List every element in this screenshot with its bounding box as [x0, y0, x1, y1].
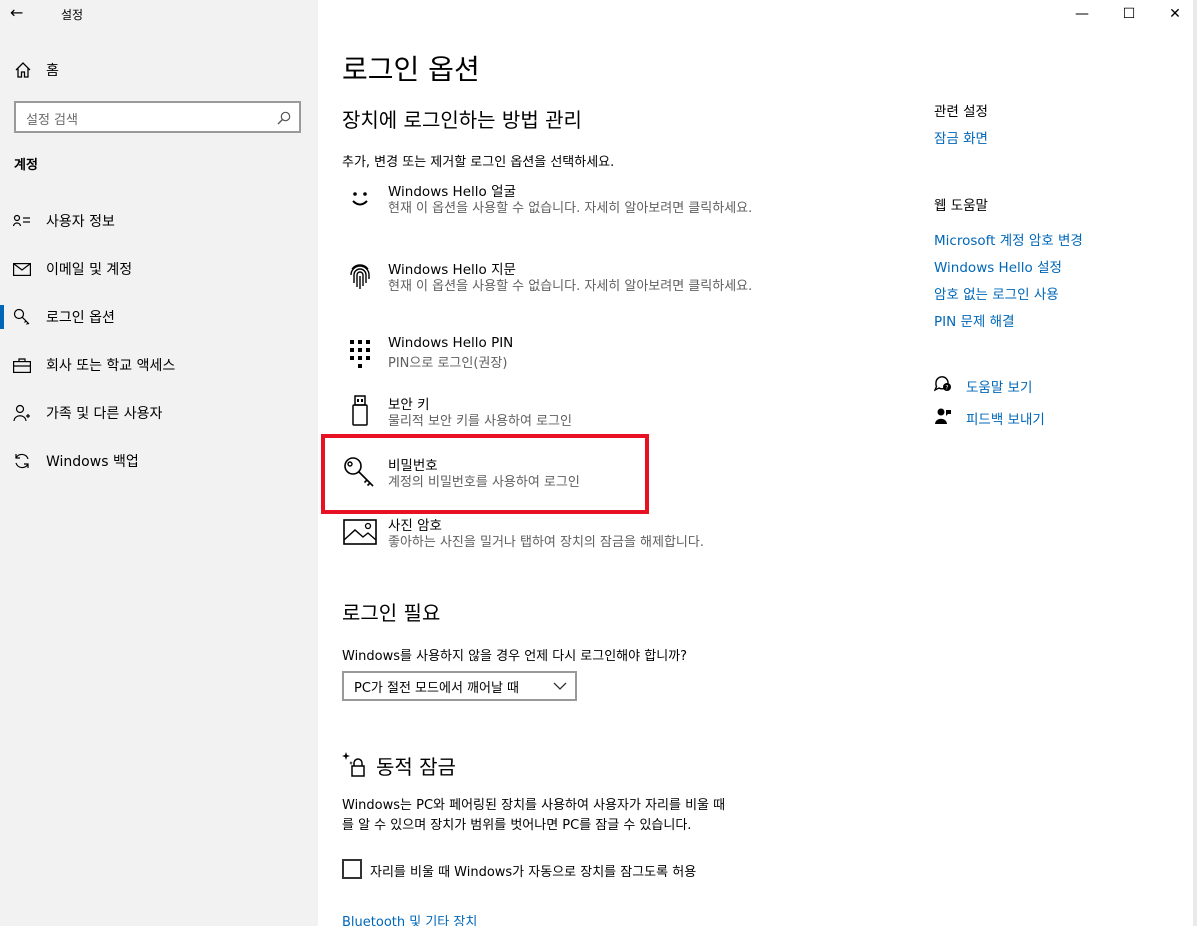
- lock-screen-link[interactable]: 잠금 화면: [934, 127, 988, 147]
- picture-icon: [342, 514, 378, 550]
- dynamic-lock-heading: 동적 잠금: [376, 755, 456, 779]
- get-help-label: 도움말 보기: [966, 380, 1033, 396]
- dynamic-lock-checkbox[interactable]: [342, 859, 362, 879]
- section-title: 계정: [14, 158, 38, 173]
- feedback-link[interactable]: 피드백 보내기: [934, 407, 1045, 429]
- close-button[interactable]: ✕: [1152, 0, 1197, 28]
- briefcase-icon: [0, 357, 46, 373]
- sidebar-item-sign-in-options[interactable]: 로그인 옵션: [0, 297, 318, 337]
- highlight-box: [321, 434, 649, 514]
- option-title: Windows Hello PIN: [388, 335, 514, 351]
- sidebar-item-label: Windows 백업: [46, 454, 139, 470]
- require-dropdown[interactable]: PC가 절전 모드에서 깨어날 때: [342, 671, 577, 701]
- sidebar-item-label: 이메일 및 계정: [46, 262, 133, 278]
- usb-key-icon: [342, 393, 378, 429]
- option-title: 사진 암호: [388, 518, 442, 534]
- app-title: 설정: [61, 8, 84, 22]
- sidebar-item-email[interactable]: 이메일 및 계정: [0, 249, 318, 289]
- help-link-change-ms-password[interactable]: Microsoft 계정 암호 변경: [934, 229, 1083, 249]
- help-chat-icon: ?: [933, 375, 966, 397]
- web-help-heading: 웹 도움말: [934, 198, 988, 214]
- scrollbar-track[interactable]: [1193, 0, 1197, 926]
- feedback-label: 피드백 보내기: [966, 412, 1045, 428]
- option-picture-password[interactable]: 사진 암호 좋아하는 사진을 밀거나 탭하여 장치의 잠금을 해제합니다.: [342, 514, 782, 554]
- option-description: 물리적 보안 키를 사용하여 로그인: [388, 414, 572, 429]
- bluetooth-link[interactable]: Bluetooth 및 기타 장치: [342, 911, 477, 926]
- help-link-hello-setup[interactable]: Windows Hello 설정: [934, 256, 1062, 276]
- dropdown-selected-value: PC가 절전 모드에서 깨어날 때: [354, 680, 520, 696]
- minimize-button[interactable]: —: [1059, 0, 1105, 28]
- dynamic-lock-checkbox-label[interactable]: 자리를 비울 때 Windows가 자동으로 장치를 잠그도록 허용: [370, 861, 696, 880]
- option-description: PIN으로 로그인(권장): [388, 356, 508, 371]
- option-security-key[interactable]: 보안 키 물리적 보안 키를 사용하여 로그인: [342, 393, 782, 433]
- require-question: Windows를 사용하지 않을 경우 언제 다시 로그인해야 합니까?: [342, 649, 688, 664]
- dynamic-lock-desc-line1: Windows는 PC와 페어링된 장치를 사용하여 사용자가 자리를 비울 때: [342, 798, 726, 813]
- option-title: Windows Hello 지문: [388, 262, 516, 278]
- home-label: 홈: [46, 63, 59, 79]
- dynamic-lock-icon: [342, 750, 368, 778]
- sidebar-item-label: 회사 또는 학교 액세스: [46, 358, 176, 374]
- sidebar-item-work-school[interactable]: 회사 또는 학교 액세스: [0, 345, 318, 385]
- manage-description: 추가, 변경 또는 제거할 로그인 옵션을 선택하세요.: [342, 155, 615, 170]
- get-help-link[interactable]: ? 도움말 보기: [933, 375, 1033, 397]
- option-face[interactable]: Windows Hello 얼굴 현재 이 옵션을 사용할 수 없습니다. 자세…: [342, 180, 782, 238]
- sidebar-item-label: 로그인 옵션: [46, 310, 115, 326]
- option-description: 좋아하는 사진을 밀거나 탭하여 장치의 잠금을 해제합니다.: [388, 535, 704, 550]
- dynamic-lock-desc-line2: 를 알 수 있으며 장치가 범위를 벗어나면 PC를 잠글 수 있습니다.: [342, 818, 692, 833]
- feedback-icon: [934, 407, 966, 429]
- require-heading: 로그인 필요: [342, 601, 441, 625]
- pin-keypad-icon: [342, 335, 378, 371]
- sync-icon: [0, 452, 46, 470]
- sidebar-item-label: 가족 및 다른 사용자: [46, 406, 163, 422]
- option-description: 현재 이 옵션을 사용할 수 없습니다. 자세히 알아보려면 클릭하세요.: [388, 279, 753, 294]
- settings-search-input[interactable]: 설정 검색: [14, 101, 301, 133]
- key-icon: [0, 308, 46, 326]
- mail-icon: [0, 262, 46, 276]
- back-button[interactable]: ←: [10, 4, 34, 24]
- sidebar-item-family[interactable]: 가족 및 다른 사용자: [0, 393, 318, 433]
- sidebar: ← 설정 홈 설정 검색 계정 사용자 정보 이메일 및 계정 로그인 옵션 회…: [0, 0, 318, 926]
- fingerprint-icon: [342, 258, 378, 294]
- svg-text:?: ?: [945, 385, 948, 392]
- sidebar-item-backup[interactable]: Windows 백업: [0, 441, 318, 481]
- sidebar-item-label: 사용자 정보: [46, 214, 115, 230]
- option-pin[interactable]: Windows Hello PIN PIN으로 로그인(권장): [342, 335, 782, 375]
- home-link[interactable]: 홈: [14, 59, 59, 81]
- help-link-passwordless[interactable]: 암호 없는 로그인 사용: [934, 283, 1059, 303]
- search-placeholder: 설정 검색: [26, 113, 78, 128]
- option-title: 보안 키: [388, 397, 430, 413]
- user-card-icon: [0, 214, 46, 228]
- people-icon: [0, 404, 46, 422]
- maximize-button[interactable]: ☐: [1106, 0, 1152, 28]
- option-fingerprint[interactable]: Windows Hello 지문 현재 이 옵션을 사용할 수 없습니다. 자세…: [342, 258, 782, 316]
- option-title: Windows Hello 얼굴: [388, 184, 516, 200]
- page-title: 로그인 옵션: [342, 53, 480, 86]
- help-link-pin-troubleshoot[interactable]: PIN 문제 해결: [934, 310, 1014, 330]
- option-description: 현재 이 옵션을 사용할 수 없습니다. 자세히 알아보려면 클릭하세요.: [388, 201, 753, 216]
- sidebar-item-user-info[interactable]: 사용자 정보: [0, 201, 318, 241]
- home-icon: [15, 62, 31, 78]
- face-icon: [342, 180, 378, 216]
- manage-heading: 장치에 로그인하는 방법 관리: [342, 108, 582, 132]
- chevron-down-icon: [553, 679, 567, 697]
- related-settings-heading: 관련 설정: [934, 104, 988, 120]
- search-icon[interactable]: [277, 110, 291, 129]
